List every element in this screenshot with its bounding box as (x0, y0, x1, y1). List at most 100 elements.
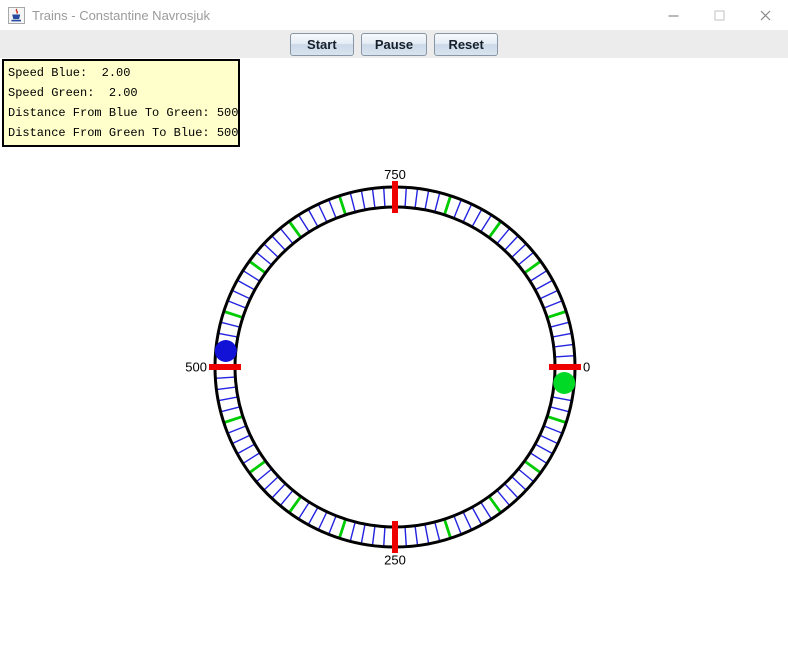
track-tie (425, 190, 429, 210)
track-tie (221, 407, 240, 412)
track-tie (216, 387, 236, 390)
green-marker-tie (249, 461, 265, 473)
track-tie (228, 301, 247, 308)
track-tie (552, 333, 572, 337)
track-tie (550, 407, 569, 412)
track-tie (544, 426, 563, 433)
info-panel: Speed Blue: 2.00 Speed Green: 2.00 Dista… (2, 59, 240, 147)
green-marker-tie (547, 311, 566, 317)
minimize-icon (668, 10, 679, 21)
green-marker-tie (289, 496, 301, 512)
track-tie (540, 290, 558, 299)
track-tie (308, 507, 318, 525)
track-tie (318, 204, 327, 222)
speed-green-readout: Speed Green: 2.00 (8, 83, 238, 103)
green-marker-tie (489, 496, 501, 512)
track-tie (308, 209, 318, 227)
track-tie (540, 435, 558, 444)
track-tie (221, 322, 240, 327)
green-marker-tie (444, 196, 450, 215)
track-tie (472, 507, 482, 525)
window-title: Trains - Constantine Navrosjuk (32, 8, 210, 23)
track-tie (518, 469, 533, 482)
track-tie (280, 228, 293, 243)
start-button[interactable]: Start (290, 33, 354, 56)
track-tie (425, 524, 429, 544)
close-icon (760, 10, 771, 21)
track-tie (481, 502, 492, 519)
track-tie (518, 252, 533, 265)
track-tie (243, 453, 260, 464)
track-position-label: 250 (384, 553, 406, 568)
track-tie (264, 244, 279, 258)
track-tie (435, 522, 440, 541)
track-tie (555, 356, 575, 357)
track-tie (497, 490, 510, 505)
track-tie (243, 271, 260, 282)
track-tie (544, 301, 563, 308)
window-controls (650, 0, 788, 30)
close-button[interactable] (742, 0, 788, 30)
track-tie (232, 435, 250, 444)
green-marker-tie (224, 416, 243, 422)
track-tie (405, 527, 406, 547)
track-tie (372, 526, 375, 546)
track-tie (299, 215, 310, 232)
track-tie (535, 444, 553, 454)
green-marker-tie (524, 261, 540, 273)
track-tie (497, 228, 510, 243)
maximize-button[interactable] (696, 0, 742, 30)
track-tie (535, 280, 553, 290)
track-tie (512, 477, 527, 491)
track-tie (256, 252, 271, 265)
track-tie (350, 522, 355, 541)
track-tie (463, 512, 472, 530)
track-tie (512, 244, 527, 258)
green-marker-tie (339, 519, 345, 538)
track-tie (554, 344, 574, 347)
track-tie (530, 453, 547, 464)
track-position-label: 0 (583, 360, 590, 375)
track-tie (472, 209, 482, 227)
track-tie (361, 524, 365, 544)
track-tie (237, 444, 255, 454)
track-tie (272, 236, 286, 251)
track-tie (299, 502, 310, 519)
track-position-label: 500 (185, 360, 207, 375)
reset-button[interactable]: Reset (434, 33, 498, 56)
track-tie (530, 271, 547, 282)
green-marker-tie (249, 261, 265, 273)
track-tie (232, 290, 250, 299)
java-cup-icon (8, 7, 25, 24)
track-tie (228, 426, 247, 433)
track-tie (550, 322, 569, 327)
minimize-button[interactable] (650, 0, 696, 30)
track-tie (218, 333, 238, 337)
green-train (553, 372, 575, 394)
track-tie (415, 526, 418, 546)
track-tie (454, 516, 461, 535)
track-tie (384, 187, 385, 207)
track-tie (318, 512, 327, 530)
track-tie (350, 193, 355, 212)
pause-button[interactable]: Pause (361, 33, 427, 56)
track-tie (215, 377, 235, 378)
track-tie (372, 188, 375, 208)
toolbar: Start Pause Reset (0, 30, 788, 58)
track-tie (361, 190, 365, 210)
track-tie (405, 187, 406, 207)
track-tie (272, 484, 286, 499)
track-tie (552, 397, 572, 401)
green-marker-tie (339, 196, 345, 215)
track-tie (329, 200, 336, 219)
track-tie (435, 193, 440, 212)
track-tie (264, 477, 279, 491)
track-tie (505, 484, 519, 499)
title-bar: Trains - Constantine Navrosjuk (0, 0, 788, 30)
track-tie (415, 188, 418, 208)
track-tie (454, 200, 461, 219)
track-tie (280, 490, 293, 505)
green-marker-tie (224, 311, 243, 317)
green-marker-tie (547, 416, 566, 422)
track-tie (505, 236, 519, 251)
